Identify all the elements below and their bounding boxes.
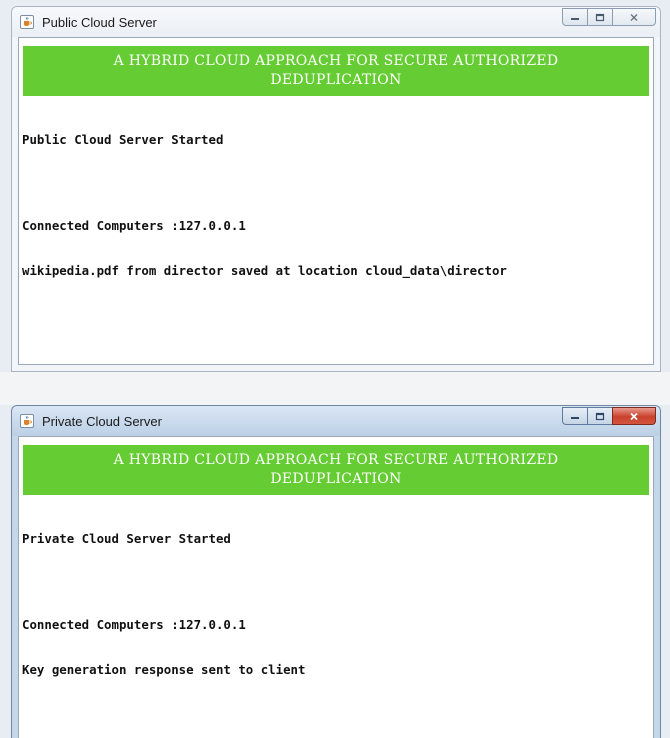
log-line: Public Cloud Server Started	[22, 132, 224, 147]
maximize-button[interactable]	[587, 8, 613, 26]
minimize-icon	[571, 417, 579, 419]
maximize-icon	[595, 412, 605, 420]
java-cup-icon[interactable]	[20, 414, 34, 428]
close-icon	[630, 13, 638, 21]
titlebar[interactable]: Private Cloud Server	[12, 406, 660, 436]
desktop-background	[0, 372, 670, 405]
window-controls	[562, 407, 656, 425]
log-line: Private Cloud Server Started	[22, 531, 231, 546]
log-line: Key generation response sent to client	[22, 662, 306, 677]
log-line: Connected Computers :127.0.0.1	[22, 218, 246, 233]
minimize-button[interactable]	[562, 8, 588, 26]
server-content-panel: A HYBRID CLOUD APPROACH FOR SECURE AUTHO…	[18, 37, 654, 365]
server-log[interactable]: Public Cloud Server Started Connected Co…	[22, 102, 653, 308]
log-spacer	[22, 576, 653, 587]
window-controls	[562, 8, 656, 26]
maximize-button[interactable]	[587, 407, 613, 425]
app-banner: A HYBRID CLOUD APPROACH FOR SECURE AUTHO…	[23, 445, 649, 495]
window-title: Public Cloud Server	[42, 15, 157, 30]
maximize-icon	[595, 13, 605, 21]
close-icon	[630, 412, 638, 420]
app-banner: A HYBRID CLOUD APPROACH FOR SECURE AUTHO…	[23, 46, 649, 96]
server-log[interactable]: Private Cloud Server Started Connected C…	[22, 501, 653, 707]
java-cup-icon[interactable]	[20, 15, 34, 29]
titlebar[interactable]: Public Cloud Server	[12, 7, 660, 37]
private-cloud-server-window: Private Cloud Server A HYBRID CLOUD APPR…	[11, 405, 661, 738]
close-button[interactable]	[612, 407, 656, 425]
close-button[interactable]	[612, 8, 656, 26]
server-content-panel: A HYBRID CLOUD APPROACH FOR SECURE AUTHO…	[18, 436, 654, 738]
banner-text: A HYBRID CLOUD APPROACH FOR SECURE AUTHO…	[113, 452, 559, 487]
log-line: Connected Computers :127.0.0.1	[22, 617, 246, 632]
minimize-button[interactable]	[562, 407, 588, 425]
public-cloud-server-window: Public Cloud Server A HYBRID CLOUD APPRO…	[11, 6, 661, 372]
minimize-icon	[571, 18, 579, 20]
window-title: Private Cloud Server	[42, 414, 162, 429]
log-line: wikipedia.pdf from director saved at loc…	[22, 263, 507, 278]
banner-text: A HYBRID CLOUD APPROACH FOR SECURE AUTHO…	[113, 53, 559, 88]
log-spacer	[22, 177, 653, 188]
